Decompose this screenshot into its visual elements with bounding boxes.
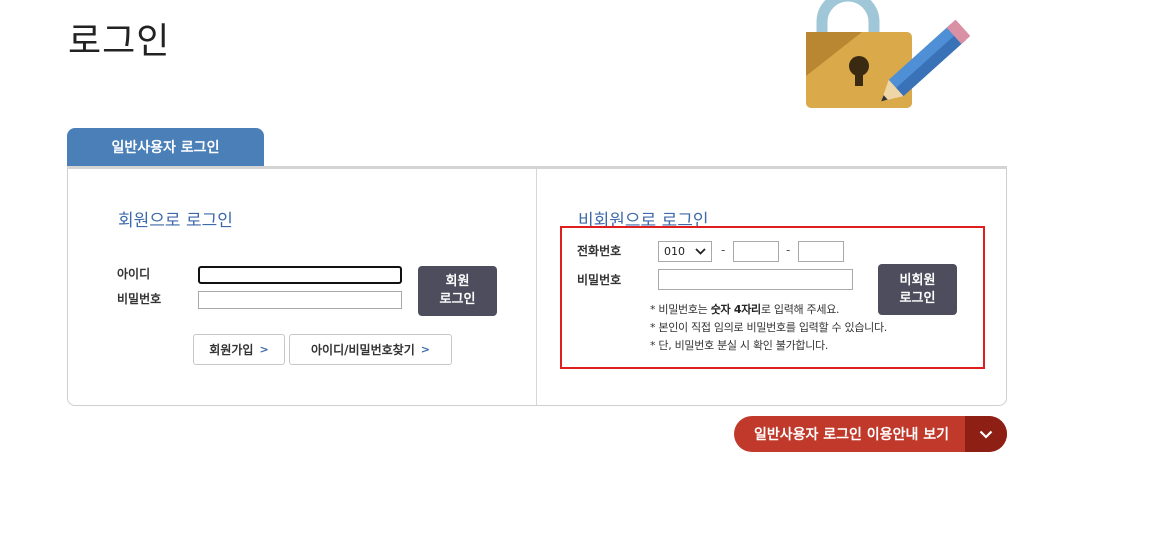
tab-general-user-login[interactable]: 일반사용자 로그인 xyxy=(67,128,264,166)
panel-divider xyxy=(536,169,537,405)
phone-last-input[interactable] xyxy=(798,241,844,262)
join-button-label: 회원가입 xyxy=(209,343,254,357)
phone-prefix-select[interactable]: 010 xyxy=(658,241,712,262)
member-login-button[interactable]: 회원 로그인 xyxy=(418,266,497,316)
id-label: 아이디 xyxy=(117,267,151,281)
find-id-password-label: 아이디/비밀번호찾기 xyxy=(311,343,415,357)
chevron-down-icon xyxy=(695,248,706,255)
member-password-label: 비밀번호 xyxy=(117,292,162,306)
phone-prefix-value: 010 xyxy=(664,245,685,258)
notice-password-loss: * 단, 비밀번호 분실 시 확인 불가합니다. xyxy=(650,339,829,352)
member-login-title: 회원으로 로그인 xyxy=(118,211,233,231)
login-guide-button[interactable]: 일반사용자 로그인 이용안내 보기 xyxy=(734,416,1007,452)
page-title: 로그인 xyxy=(68,21,171,62)
notice-password-self: * 본인이 직접 임의로 비밀번호를 입력할 수 있습니다. xyxy=(650,321,887,334)
member-password-input[interactable] xyxy=(198,291,402,309)
notice-1-prefix: * 비밀번호는 xyxy=(650,303,711,316)
find-id-password-button[interactable]: 아이디/비밀번호찾기 > xyxy=(289,334,452,365)
join-button[interactable]: 회원가입 > xyxy=(193,334,285,365)
member-login-button-line2: 로그인 xyxy=(439,292,476,307)
chevron-right-icon: > xyxy=(259,343,269,356)
notice-password-format: * 비밀번호는 숫자 4자리로 입력해 주세요. xyxy=(650,301,840,317)
guest-login-button-line1: 비회원 xyxy=(899,272,936,288)
guest-password-input[interactable] xyxy=(658,269,853,290)
member-id-input[interactable] xyxy=(198,266,402,284)
phone-separator-1: - xyxy=(721,243,726,257)
phone-label: 전화번호 xyxy=(577,244,622,258)
notice-1-suffix: 로 입력해 주세요. xyxy=(760,303,840,316)
guest-login-button-line2: 로그인 xyxy=(899,290,936,306)
phone-middle-input[interactable] xyxy=(733,241,779,262)
guest-password-label: 비밀번호 xyxy=(577,273,622,287)
lock-with-pencil-icon xyxy=(806,0,970,108)
chevron-right-icon: > xyxy=(420,343,430,356)
chevron-down-icon xyxy=(965,416,1007,452)
guest-login-button[interactable]: 비회원 로그인 xyxy=(878,264,957,315)
login-guide-label: 일반사용자 로그인 이용안내 보기 xyxy=(754,427,949,443)
member-login-button-line1: 회원 xyxy=(445,274,470,289)
phone-separator-2: - xyxy=(786,243,791,257)
notice-1-bold: 숫자 4자리 xyxy=(710,303,761,316)
